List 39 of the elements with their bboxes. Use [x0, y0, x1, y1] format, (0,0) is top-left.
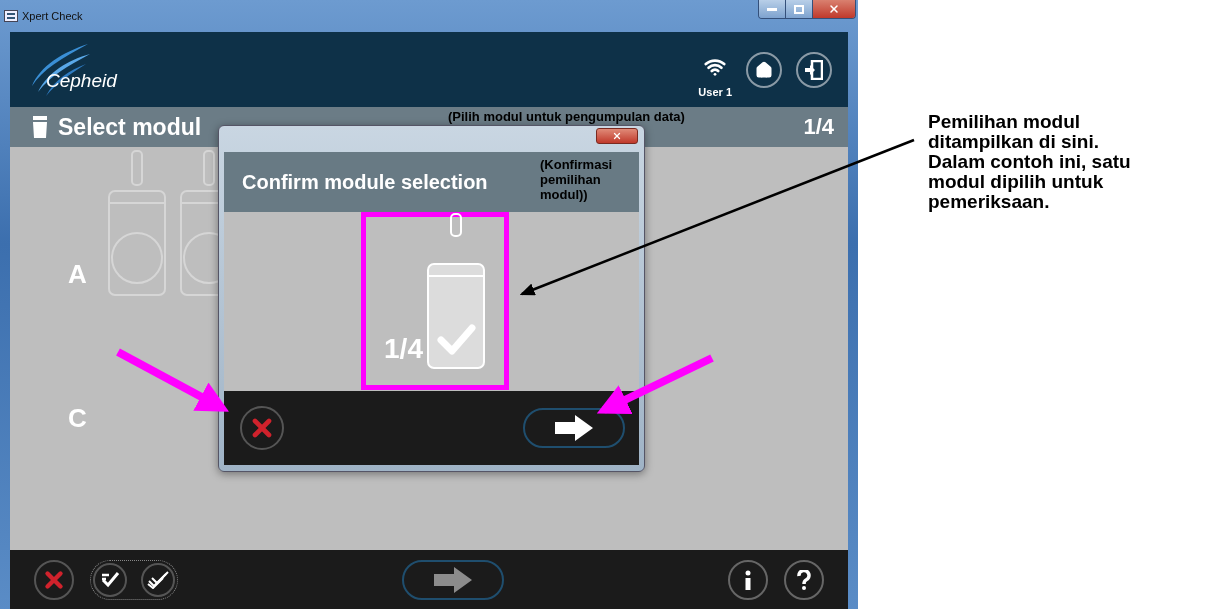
select-all-button[interactable] [93, 562, 127, 597]
arrow-right-icon [434, 566, 472, 593]
annotation-label: (Konfirmasi pemilihan modul)) [540, 157, 614, 202]
maximize-icon [794, 4, 804, 14]
next-button[interactable] [402, 559, 504, 600]
help-icon [797, 569, 811, 590]
window-title: Xpert Check [2, 10, 83, 22]
cancel-button[interactable] [34, 559, 74, 600]
row-label: A [68, 259, 88, 290]
exit-button[interactable] [796, 51, 832, 88]
close-icon [612, 131, 622, 141]
close-icon [828, 3, 840, 15]
dialog-confirm-button[interactable] [523, 408, 625, 448]
help-button[interactable] [784, 559, 824, 600]
dialog-cancel-button[interactable] [240, 406, 284, 450]
module-count: 1/4 [384, 333, 423, 365]
page-title: Select modul [58, 113, 202, 141]
row-label: C [68, 403, 88, 434]
cepheid-logo: Cepheid [28, 41, 148, 98]
info-icon [744, 569, 752, 590]
app-icon [4, 10, 18, 22]
module-icon [32, 116, 48, 138]
maximize-button[interactable] [785, 0, 812, 18]
exit-door-icon [805, 59, 823, 80]
annotation-note: Pemilihan modul ditampilkan di sini. Dalam contoh ini, satu modul dipilih untuk pemeriksaan. [928, 112, 1132, 212]
minimize-icon [767, 7, 777, 11]
home-button[interactable] [746, 51, 782, 88]
select-multiple-button[interactable] [141, 562, 175, 597]
home-icon [755, 60, 773, 79]
user-name: User 1 [698, 85, 732, 98]
page-counter: 1/4 [803, 114, 834, 140]
dialog-title: Confirm module selection [242, 170, 488, 194]
close-button[interactable] [812, 0, 855, 18]
checklist-icon [100, 570, 120, 589]
arrow-right-icon [555, 415, 593, 441]
multiple-checks-icon [147, 570, 169, 589]
dialog-close-button[interactable] [596, 128, 638, 144]
annotation-label: (Pilih modul untuk pengumpulan data) [448, 109, 685, 124]
info-button[interactable] [728, 559, 768, 600]
